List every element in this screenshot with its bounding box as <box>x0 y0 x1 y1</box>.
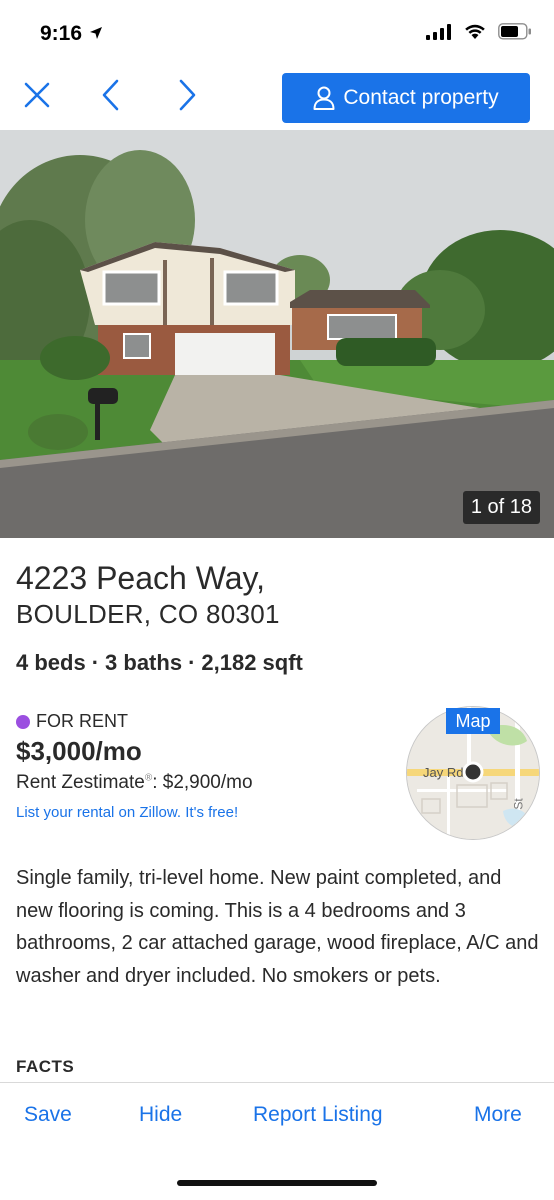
listing-status: FOR RENT <box>16 711 128 732</box>
close-button[interactable] <box>22 78 52 112</box>
listing-status-label: FOR RENT <box>36 711 128 731</box>
status-dot-icon <box>16 714 30 729</box>
rent-zestimate: Rent Zestimate®: $2,900/mo <box>16 772 253 794</box>
contact-property-button[interactable]: Contact property <box>282 73 530 123</box>
status-bar: 9:16 <box>0 0 554 66</box>
rent-price: $3,000/mo <box>16 736 142 766</box>
more-button[interactable]: More <box>474 1103 522 1127</box>
cellular-signal-icon <box>426 23 451 40</box>
beds-count: 4 beds <box>16 650 86 675</box>
status-time: 9:16 <box>40 22 83 45</box>
wifi-icon <box>465 24 485 39</box>
property-photo[interactable]: 1 of 18 <box>0 130 554 538</box>
house-photo-image <box>0 130 554 538</box>
person-icon <box>313 86 335 110</box>
property-description: Single family, tri-level home. New paint… <box>16 867 539 987</box>
chevron-left-icon <box>102 79 119 111</box>
map-street-label: Jay Rd <box>423 765 464 780</box>
save-button[interactable]: Save <box>24 1103 72 1127</box>
next-button[interactable] <box>172 78 202 112</box>
report-listing-button[interactable]: Report Listing <box>253 1103 383 1127</box>
address-city-state-zip: BOULDER, CO 80301 <box>16 599 280 629</box>
baths-count: 3 baths <box>105 650 183 675</box>
hide-button[interactable]: Hide <box>139 1103 182 1127</box>
zestimate-label: Rent Zestimate <box>16 772 145 793</box>
separator-dot: · <box>188 650 196 675</box>
map-label[interactable]: Map <box>446 708 500 734</box>
zestimate-value: : $2,900/mo <box>152 772 253 793</box>
contact-property-label: Contact property <box>343 86 499 109</box>
list-rental-link[interactable]: List your rental on Zillow. It's free! <box>16 804 238 821</box>
property-facts: 4 beds · 3 baths · 2,182 sqft <box>16 650 303 676</box>
home-indicator[interactable] <box>177 1180 377 1186</box>
chevron-right-icon <box>179 79 196 111</box>
facts-section-header: FACTS <box>16 1057 75 1076</box>
close-icon <box>24 82 50 108</box>
location-arrow-icon <box>90 27 102 39</box>
separator-dot: · <box>91 650 100 675</box>
address-street: 4223 Peach Way, <box>16 560 266 596</box>
previous-button[interactable] <box>96 78 126 112</box>
photo-counter: 1 of 18 <box>462 491 540 524</box>
map-street-label-vertical: St <box>511 798 526 810</box>
square-footage: 2,182 sqft <box>201 650 303 675</box>
battery-icon <box>498 23 531 40</box>
